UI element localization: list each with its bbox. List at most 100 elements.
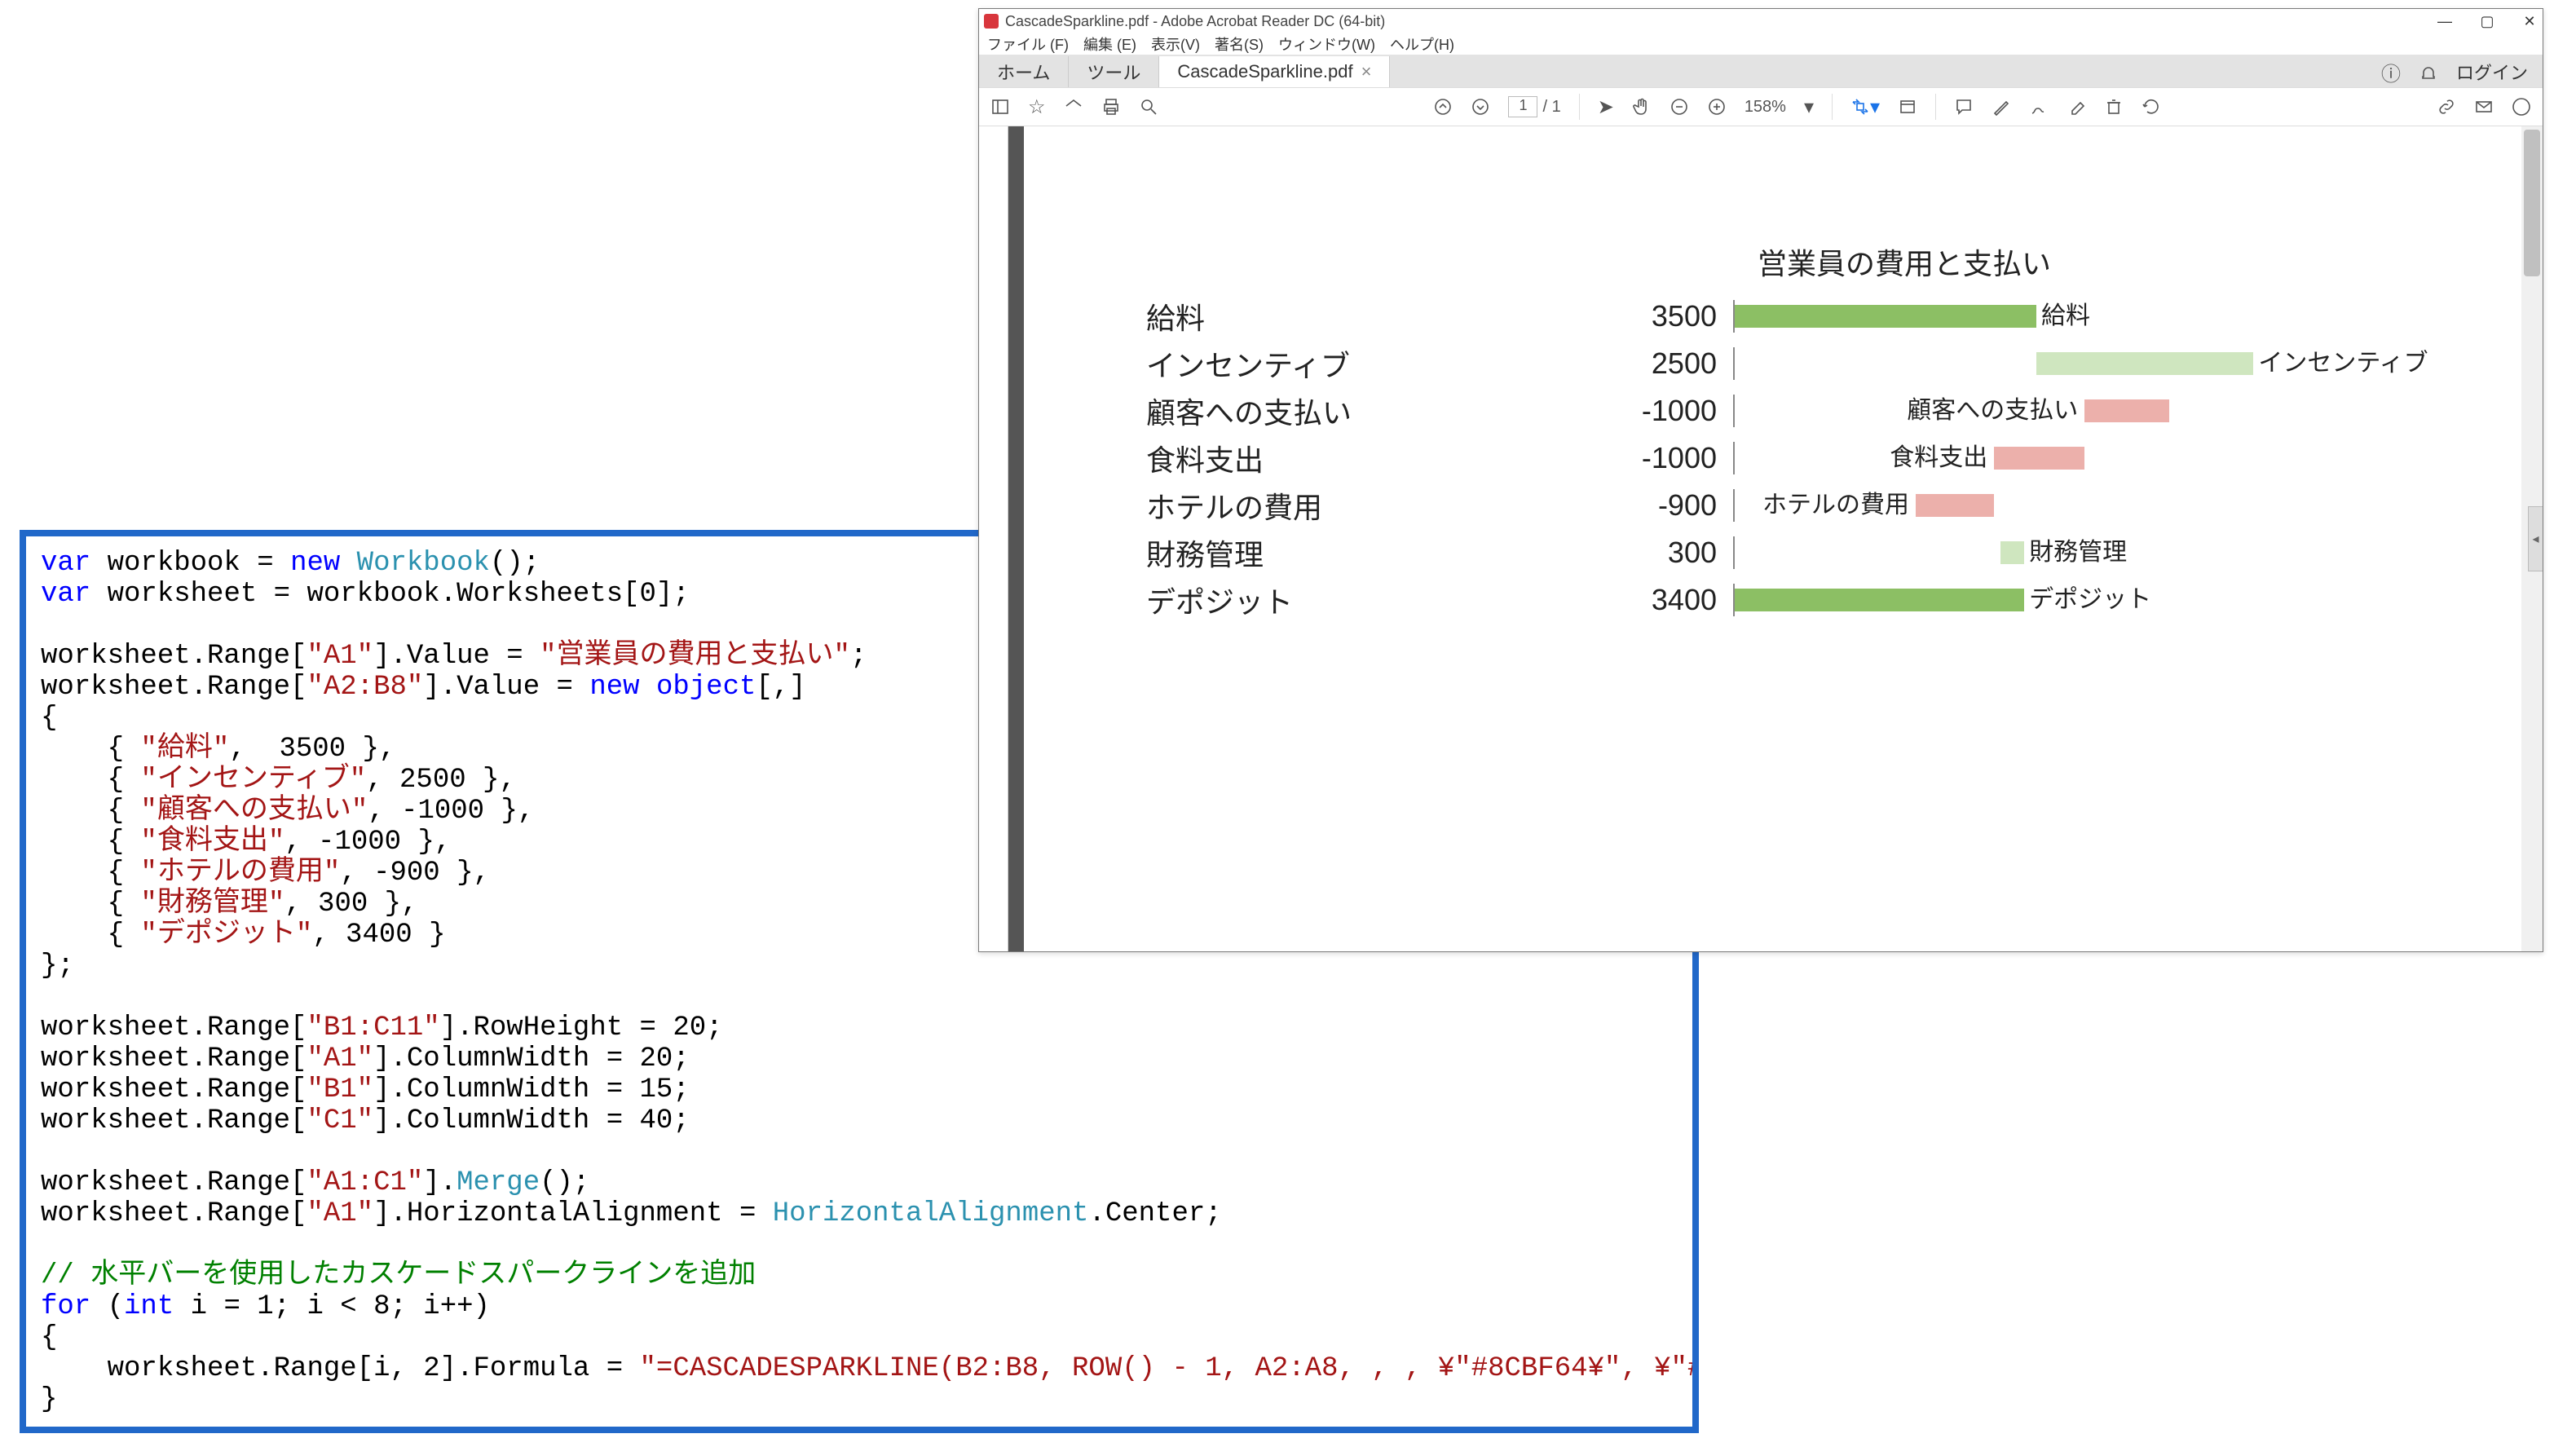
bar [2000,541,2025,564]
tab-document[interactable]: CascadeSparkline.pdf × [1159,56,1390,87]
bar [1735,589,2024,611]
link-icon[interactable] [2437,97,2456,117]
row-label: 食料支出 [1146,437,1570,479]
page-viewport[interactable]: 営業員の費用と支払い 給料3500給料インセンティブ2500インセンティブ顧客へ… [1008,126,2543,951]
highlight-icon[interactable] [1992,97,2011,117]
row-value: 3500 [1570,299,1733,333]
rotate-icon[interactable] [2142,97,2161,117]
menu-sign[interactable]: 著名(S) [1215,33,1264,55]
help-icon[interactable]: ⓘ [2381,58,2401,86]
star-icon[interactable]: ☆ [1028,95,1046,119]
menu-view[interactable]: 表示(V) [1151,33,1200,55]
titlebar: CascadeSparkline.pdf - Adobe Acrobat Rea… [979,9,2543,33]
bar-track: 給料 [1733,300,2336,333]
draw-icon[interactable] [2029,97,2049,117]
bar [1735,305,2036,328]
bar-track: デポジット [1733,584,2336,616]
chart-row: インセンティブ2500インセンティブ [1146,340,2405,387]
close-button[interactable]: ✕ [2521,13,2538,30]
row-value: -1000 [1570,394,1733,428]
mail-icon[interactable] [2474,97,2494,117]
fit-width-icon[interactable]: ▾ [1850,95,1880,119]
page-up-icon[interactable] [1433,97,1453,117]
content-area: 営業員の費用と支払い 給料3500給料インセンティブ2500インセンティブ顧客へ… [979,126,2543,951]
kw-var: var [41,548,90,579]
bell-icon[interactable] [2419,62,2438,82]
chart-row: 給料3500給料 [1146,293,2405,340]
comment-icon[interactable] [1954,97,1974,117]
menubar: ファイル (F) 編集 (E) 表示(V) 著名(S) ウィンドウ(W) ヘルプ… [979,33,2543,55]
page-total: / 1 [1542,98,1560,117]
row-value: 3400 [1570,583,1733,617]
erase-icon[interactable] [2067,97,2086,117]
menu-window[interactable]: ウィンドウ(W) [1278,33,1375,55]
bar [2084,399,2169,422]
close-tab-icon[interactable]: × [1361,61,1372,82]
tab-home[interactable]: ホーム [979,56,1069,87]
scroll-thumb[interactable] [2524,130,2540,276]
row-label: ホテルの費用 [1146,484,1570,527]
print-icon[interactable] [1101,97,1121,117]
row-label: 給料 [1146,295,1570,337]
window-title: CascadeSparkline.pdf - Adobe Acrobat Rea… [1005,13,1385,30]
bar [1916,494,1994,517]
bar-track: 財務管理 [1733,536,2336,569]
tab-row: ホーム ツール CascadeSparkline.pdf × ⓘ ログイン [979,55,2543,87]
delete-icon[interactable] [2104,97,2124,117]
acrobat-app-icon [984,14,999,29]
login-link[interactable]: ログイン [2456,59,2528,85]
zoom-out-icon[interactable] [1670,97,1689,117]
row-label: 財務管理 [1146,532,1570,574]
bar-label: インセンティブ [2258,352,2428,375]
row-value: -1000 [1570,441,1733,475]
row-value: 300 [1570,536,1733,570]
bar-label: 財務管理 [2029,541,2127,564]
bar-track: 食料支出 [1733,442,2336,474]
zoom-value[interactable]: 158% [1745,98,1786,117]
chart-row: 食料支出-1000食料支出 [1146,435,2405,482]
menu-edit[interactable]: 編集 (E) [1083,33,1136,55]
menu-help[interactable]: ヘルプ(H) [1390,33,1454,55]
row-value: 2500 [1570,346,1733,381]
menu-file[interactable]: ファイル (F) [987,33,1069,55]
row-value: -900 [1570,488,1733,523]
bar-track: インセンティブ [1733,347,2336,380]
search-icon[interactable] [1139,97,1158,117]
chart-row: 財務管理300財務管理 [1146,529,2405,576]
chart-row: デポジット3400デポジット [1146,576,2405,624]
bar-label: ホテルの費用 [1762,494,1909,517]
row-label: 顧客への支払い [1146,390,1570,432]
cascade-chart: 給料3500給料インセンティブ2500インセンティブ顧客への支払い-1000顧客… [1146,293,2405,624]
bar [1994,447,2084,470]
profile-icon[interactable] [2512,97,2531,117]
page-down-icon[interactable] [1471,97,1490,117]
toolbar: ☆ 1 / 1 ➤ 158% ▾ ▾ [979,87,2543,126]
tab-tools[interactable]: ツール [1069,56,1159,87]
chart-row: ホテルの費用-900ホテルの費用 [1146,482,2405,529]
pointer-icon[interactable]: ➤ [1598,95,1614,119]
bar-track: ホテルの費用 [1733,489,2336,522]
hand-icon[interactable] [1632,97,1652,117]
page-current[interactable]: 1 [1508,96,1537,117]
bar-track: 顧客への支払い [1733,395,2336,427]
chart-row: 顧客への支払い-1000顧客への支払い [1146,387,2405,435]
left-rail[interactable] [979,126,1008,951]
row-label: デポジット [1146,579,1570,621]
home-icon[interactable] [1064,97,1083,117]
row-label: インセンティブ [1146,342,1570,385]
reading-mode-icon[interactable] [1898,97,1917,117]
pdf-page: 営業員の費用と支払い 給料3500給料インセンティブ2500インセンティブ顧客へ… [1024,126,2527,951]
zoom-dropdown-icon[interactable]: ▾ [1804,95,1814,119]
bar-label: 顧客への支払い [1907,399,2078,422]
zoom-in-icon[interactable] [1707,97,1727,117]
maximize-button[interactable]: ▢ [2479,13,2495,30]
bar-label: 給料 [2041,305,2090,328]
minimize-button[interactable]: — [2437,13,2453,30]
page-indicator[interactable]: 1 / 1 [1508,96,1560,117]
bar [2036,352,2253,375]
bar-label: デポジット [2029,589,2151,611]
right-panel-toggle[interactable]: ◂ [2528,506,2543,571]
chart-title: 営業員の費用と支払い [1603,240,2206,283]
bar-label: 食料支出 [1890,447,1987,470]
sidebar-toggle-icon[interactable] [990,97,1010,117]
